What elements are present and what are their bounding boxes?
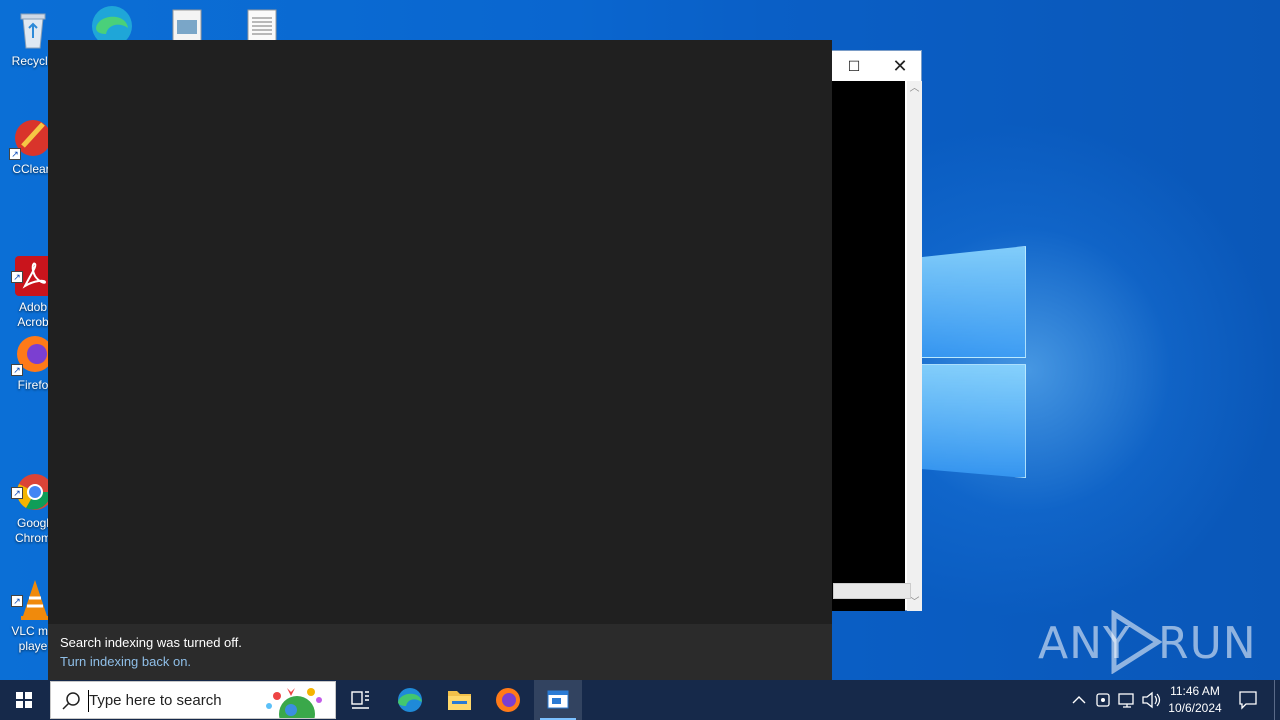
search-placeholder: Type here to search (89, 692, 222, 709)
indexing-off-message: Search indexing was turned off. (60, 635, 242, 650)
taskbar-clock[interactable]: 11:46 AM 10/6/2024 (1162, 683, 1228, 717)
desktop-icon-label: CClear (12, 162, 50, 176)
windows-wallpaper-logo (920, 240, 1030, 480)
close-icon[interactable]: ✕ (877, 51, 923, 81)
shortcut-arrow-icon: ↗ (9, 148, 21, 160)
anyrun-watermark: ANY RUN (1038, 610, 1256, 674)
desktop-icon-label: Googl Chrom (14, 516, 51, 545)
windows-start-icon (16, 692, 32, 708)
chevron-up-icon (1072, 696, 1086, 704)
shortcut-arrow-icon: ↗ (11, 364, 23, 376)
taskbar-active-window-button[interactable] (534, 680, 582, 720)
edge-icon (398, 688, 422, 712)
taskbar-firefox-button[interactable] (484, 680, 532, 720)
tray-volume-icon[interactable] (1139, 680, 1163, 720)
desktop-icon-label: Firefo (17, 378, 49, 392)
ccleaner-icon: ↗ (9, 116, 53, 160)
folder-icon (448, 691, 471, 710)
task-view-button[interactable] (336, 680, 384, 720)
volume-icon (1142, 691, 1161, 709)
taskbar: Type here to search 11:46 AM 10/6/2024 (0, 680, 1280, 720)
turn-indexing-on-link[interactable]: Turn indexing back on. (60, 652, 820, 672)
network-icon (1118, 693, 1134, 708)
start-button[interactable] (0, 680, 48, 720)
show-desktop-button[interactable] (1274, 680, 1280, 720)
notification-icon (1239, 691, 1257, 710)
device-icon (1096, 693, 1110, 707)
taskbar-search-box[interactable]: Type here to search (50, 681, 336, 719)
show-hidden-icons-button[interactable] (1067, 680, 1091, 720)
desktop-icon-label: Adob Acrob (17, 300, 49, 329)
shortcut-arrow-icon: ↗ (11, 595, 23, 607)
window-app-icon (547, 690, 569, 709)
taskbar-file-explorer-button[interactable] (435, 680, 483, 720)
search-highlight-doodle-icon[interactable] (257, 684, 333, 718)
watermark-run-text: RUN (1158, 618, 1257, 669)
firefox-icon (496, 688, 520, 712)
taskbar-edge-button[interactable] (386, 680, 434, 720)
shortcut-arrow-icon: ↗ (11, 487, 23, 499)
clock-time: 11:46 AM (1170, 684, 1220, 698)
search-icon (62, 692, 80, 710)
tray-device-icon[interactable] (1091, 680, 1115, 720)
tray-network-icon[interactable] (1115, 680, 1139, 720)
scroll-up-icon[interactable]: ︿ (907, 81, 922, 97)
search-footer: Search indexing was turned off. Turn ind… (48, 624, 832, 680)
console-vertical-scrollbar[interactable]: ︿ ﹀ (907, 81, 922, 611)
play-logo-icon (1111, 610, 1162, 674)
action-center-button[interactable] (1236, 680, 1260, 720)
clock-date: 10/6/2024 (1168, 701, 1222, 715)
maximize-icon[interactable]: ☐ (831, 51, 877, 81)
console-horizontal-scrollbar[interactable] (833, 583, 911, 599)
search-panel: Search indexing was turned off. Turn ind… (48, 40, 832, 680)
task-view-icon (351, 691, 369, 709)
shortcut-arrow-icon: ↗ (11, 271, 23, 283)
